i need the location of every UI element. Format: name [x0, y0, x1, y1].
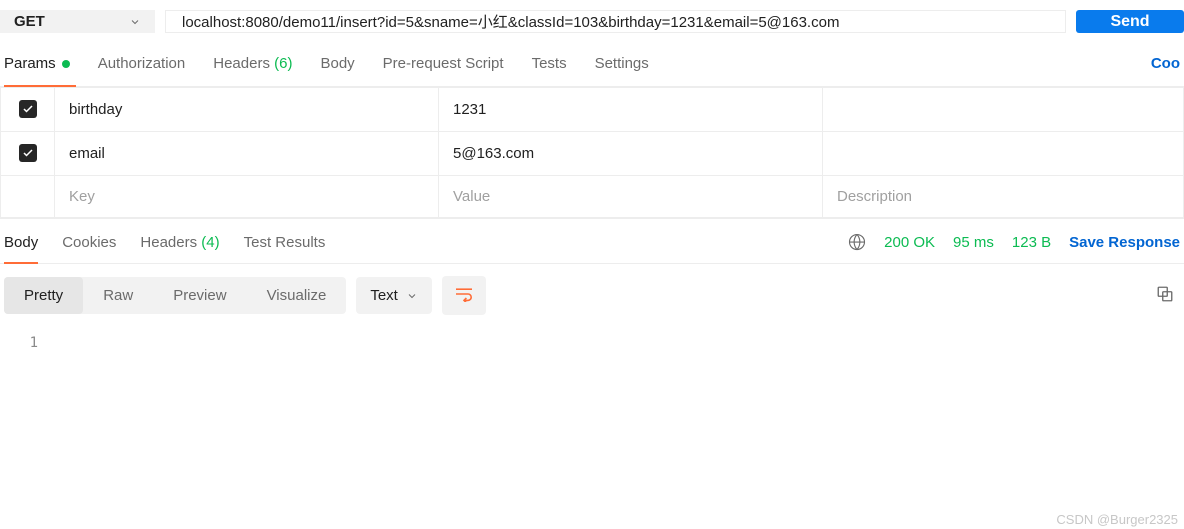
resp-tab-cookies[interactable]: Cookies	[62, 234, 116, 263]
param-key-cell[interactable]: email	[55, 132, 439, 176]
chevron-down-icon	[129, 16, 141, 28]
wrap-icon	[454, 286, 474, 302]
method-select[interactable]: GET	[0, 10, 155, 33]
param-enabled-checkbox[interactable]	[1, 88, 55, 132]
param-key-cell[interactable]: birthday	[55, 88, 439, 132]
chevron-down-icon	[406, 290, 418, 302]
param-desc-cell[interactable]	[823, 88, 1184, 132]
resp-tab-body[interactable]: Body	[4, 234, 38, 263]
globe-icon[interactable]	[848, 233, 866, 251]
view-raw[interactable]: Raw	[83, 277, 153, 314]
response-body[interactable]: 1	[0, 327, 1184, 359]
tab-headers[interactable]: Headers (6)	[213, 55, 292, 86]
tab-tests[interactable]: Tests	[532, 55, 567, 86]
param-value-cell[interactable]: 5@163.com	[439, 132, 823, 176]
url-input[interactable]: localhost:8080/demo11/insert?id=5&sname=…	[165, 10, 1066, 33]
tab-authorization[interactable]: Authorization	[98, 55, 186, 86]
view-mode-tabs: Pretty Raw Preview Visualize	[4, 277, 346, 314]
params-modified-dot	[62, 60, 70, 68]
tab-params[interactable]: Params	[4, 55, 70, 86]
watermark: CSDN @Burger2325	[1056, 512, 1178, 527]
wrap-lines-button[interactable]	[442, 276, 486, 315]
check-icon	[22, 147, 34, 159]
resp-tab-tests[interactable]: Test Results	[244, 234, 326, 263]
table-row: email 5@163.com	[1, 132, 1184, 176]
status-time: 95 ms	[953, 234, 994, 251]
view-pretty[interactable]: Pretty	[4, 277, 83, 314]
resp-tab-headers[interactable]: Headers (4)	[140, 234, 219, 263]
response-type-select[interactable]: Text	[356, 277, 432, 314]
view-preview[interactable]: Preview	[153, 277, 246, 314]
table-row: birthday 1231	[1, 88, 1184, 132]
copy-icon	[1156, 285, 1174, 303]
save-response-link[interactable]: Save Response	[1069, 234, 1180, 251]
response-tabs: Body Cookies Headers (4) Test Results 20…	[0, 218, 1184, 264]
tab-prerequest[interactable]: Pre-request Script	[383, 55, 504, 86]
param-desc-cell[interactable]	[823, 132, 1184, 176]
line-number: 1	[0, 335, 50, 351]
param-key-placeholder[interactable]: Key	[55, 176, 439, 218]
param-value-placeholder[interactable]: Value	[439, 176, 823, 218]
params-table: birthday 1231 email 5@163.com Key Value …	[0, 87, 1184, 218]
view-visualize[interactable]: Visualize	[247, 277, 347, 314]
table-row-placeholder: Key Value Description	[1, 176, 1184, 218]
tab-settings[interactable]: Settings	[595, 55, 649, 86]
check-icon	[22, 103, 34, 115]
param-enabled-checkbox[interactable]	[1, 132, 55, 176]
param-value-cell[interactable]: 1231	[439, 88, 823, 132]
method-label: GET	[14, 13, 45, 30]
copy-response-button[interactable]	[1150, 279, 1180, 312]
send-button[interactable]: Send	[1076, 10, 1184, 33]
request-tabs: Params Authorization Headers (6) Body Pr…	[0, 43, 1184, 87]
status-code: 200 OK	[884, 234, 935, 251]
cookies-link[interactable]: Coo	[1151, 55, 1180, 86]
url-text: localhost:8080/demo11/insert?id=5&sname=…	[182, 11, 839, 32]
view-toolbar: Pretty Raw Preview Visualize Text	[0, 264, 1184, 327]
param-desc-placeholder[interactable]: Description	[823, 176, 1184, 218]
tab-body[interactable]: Body	[320, 55, 354, 86]
status-size: 123 B	[1012, 234, 1051, 251]
